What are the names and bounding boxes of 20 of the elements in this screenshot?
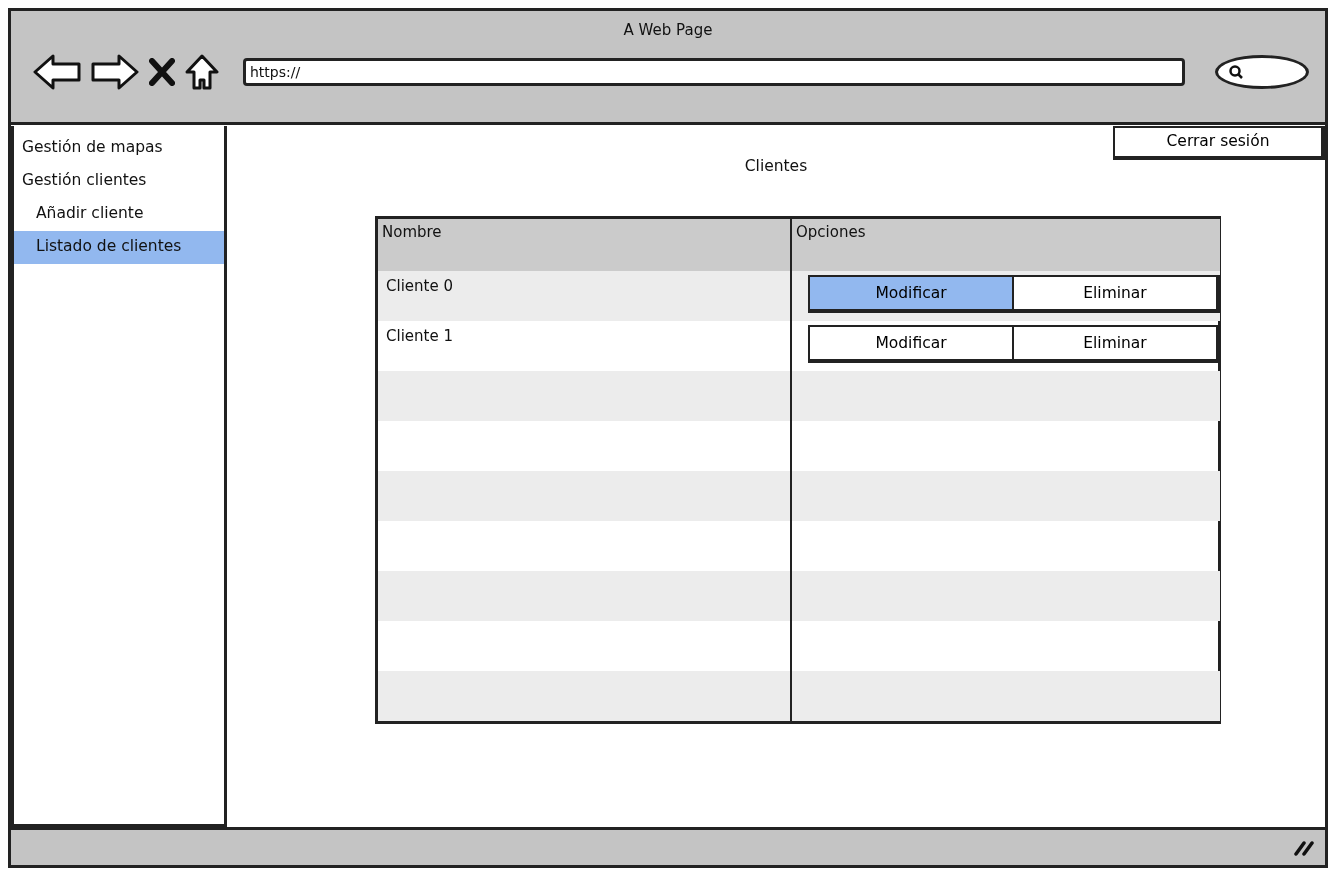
column-header: Nombre [378,219,790,272]
address-field[interactable]: https:// [243,57,1185,86]
logout-button[interactable]: Cerrar sesión [1113,126,1325,160]
window-title: A Web Page [623,20,713,41]
page-title: Clientes [744,156,808,177]
modify-button[interactable]: Modificar [810,277,1012,310]
table-cell-text: Cliente 1 [385,326,454,348]
sidebar-item[interactable]: Añadir cliente [14,198,224,231]
table-cell: Cliente 0 [378,271,790,322]
home-icon[interactable] [185,53,219,90]
back-icon[interactable] [33,53,81,90]
search-icon [1228,63,1244,80]
column-header: Opciones [790,219,1220,272]
sidebar-item[interactable]: Listado de clientes [14,231,224,264]
delete-button[interactable]: Eliminar [1012,277,1216,310]
sidebar-item[interactable]: Gestión clientes [14,165,224,198]
sidebar-item[interactable]: Gestión de mapas [14,132,224,165]
forward-icon[interactable] [91,53,139,90]
close-icon[interactable] [149,57,175,86]
resize-grip-icon[interactable] [1293,839,1315,856]
